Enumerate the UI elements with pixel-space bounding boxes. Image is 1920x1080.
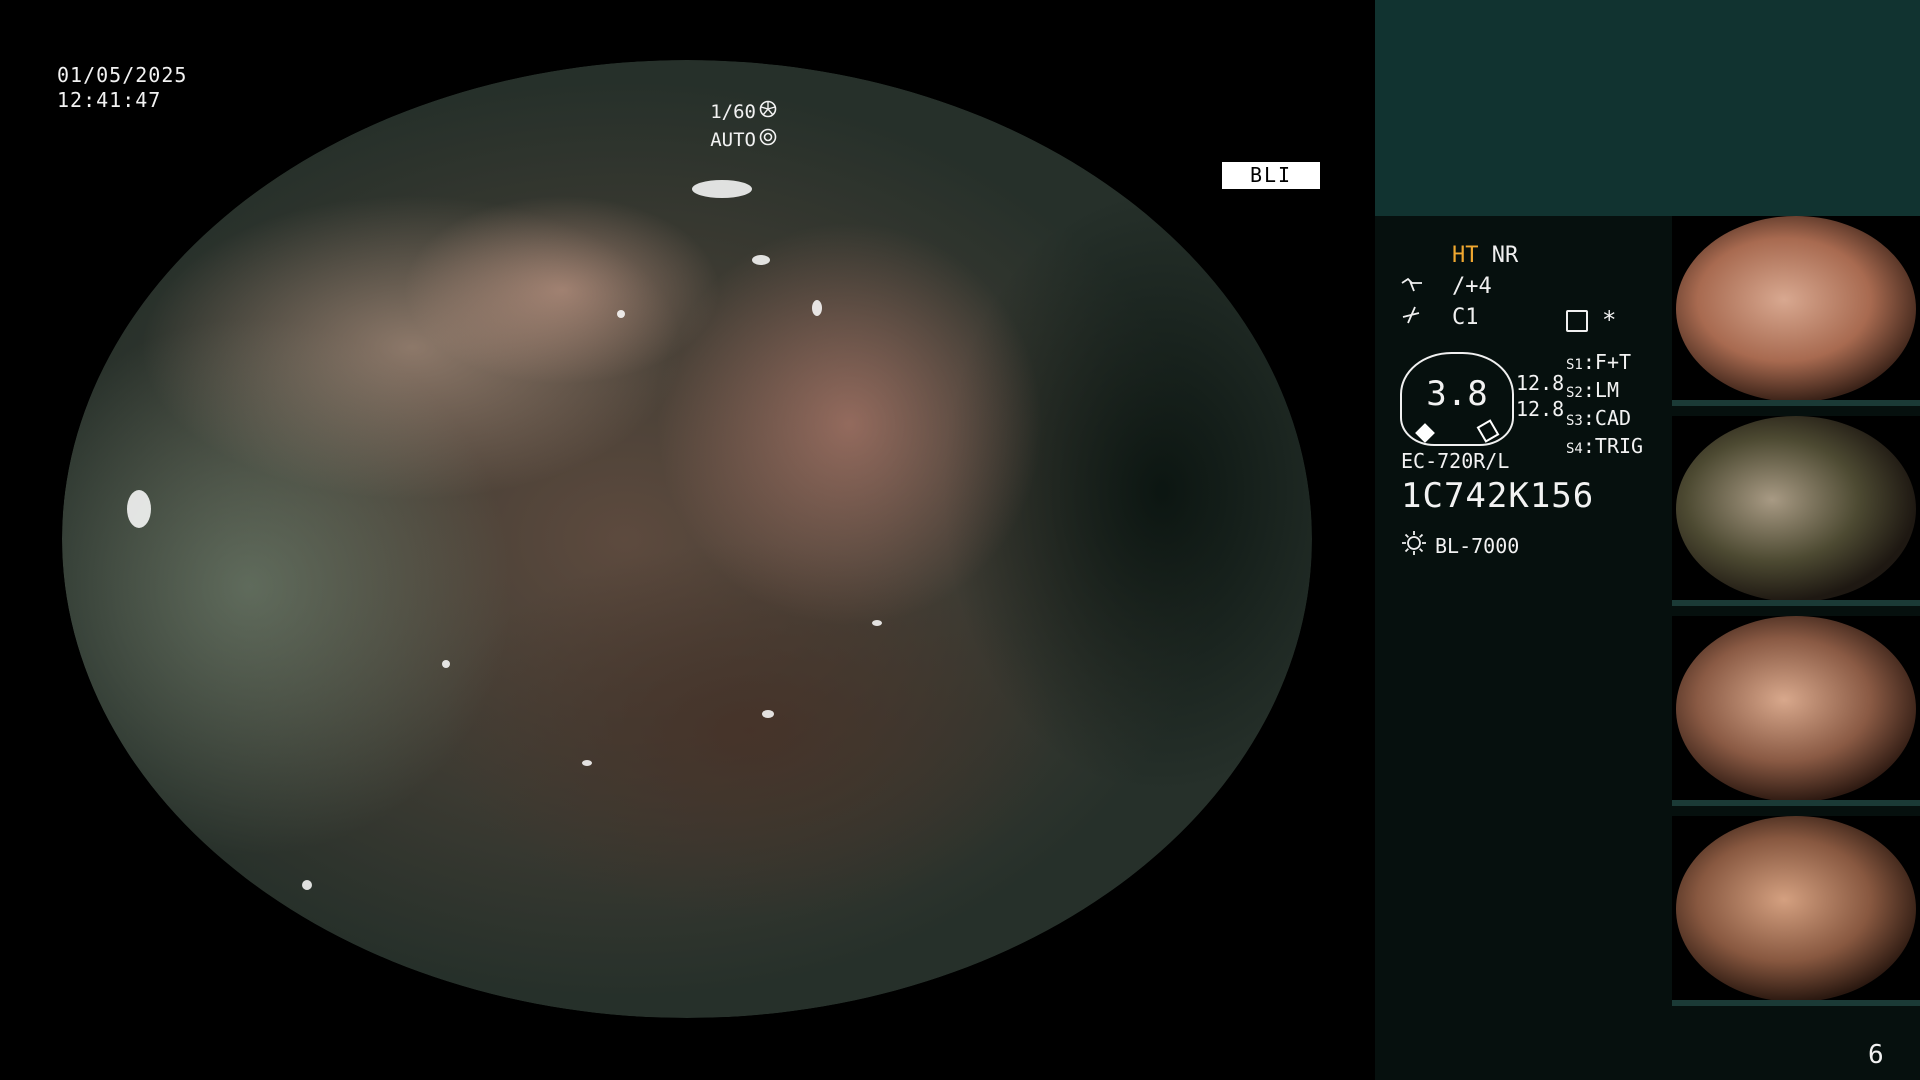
aperture-icon xyxy=(759,98,777,126)
dial-marker-filled-icon xyxy=(1415,423,1435,443)
exposure-info: 1/60 AUTO xyxy=(710,98,777,154)
switch-key: S4 xyxy=(1566,441,1583,457)
dial-side-value: 12.8 xyxy=(1516,371,1565,395)
thumbnail[interactable] xyxy=(1672,616,1920,806)
imaging-mode-badge: BLI xyxy=(1222,162,1320,189)
dial-marker-outline-icon xyxy=(1476,419,1500,443)
thumbnail[interactable] xyxy=(1672,216,1920,406)
iris-icon xyxy=(759,126,777,154)
frame-top-crop xyxy=(0,0,1375,60)
switch-value: F+T xyxy=(1594,350,1632,374)
time-text: 12:41:47 xyxy=(57,88,162,112)
thumbnail-image xyxy=(1676,416,1916,602)
shutter-value: 1/60 xyxy=(710,101,756,123)
structure-enhancement-icon xyxy=(1400,274,1452,299)
endoscopic-image xyxy=(62,60,1312,1018)
switch-key: S1 xyxy=(1566,357,1583,373)
nr-label: NR xyxy=(1491,243,1519,268)
main-endoscope-view: 01/05/2025 12:41:47 1/60 AUTO BLI xyxy=(0,0,1375,1080)
thumbnail-image xyxy=(1676,216,1916,402)
capture-thumbnails xyxy=(1672,216,1920,1016)
switch-row: S4:TRIG xyxy=(1566,434,1644,458)
switch-row: S3:CAD xyxy=(1566,406,1632,430)
star-marker: * xyxy=(1602,306,1617,334)
ht-label: HT xyxy=(1452,243,1479,268)
switch-row: S2:LM xyxy=(1566,378,1619,402)
color-value: C1 xyxy=(1452,305,1479,330)
switch-value: CAD xyxy=(1594,406,1632,430)
scope-serial: 1C742K156 xyxy=(1401,476,1595,516)
date-time: 01/05/2025 12:41:47 xyxy=(57,63,187,113)
zoom-dial: 3.8 xyxy=(1400,352,1514,446)
frame-bottom-crop xyxy=(0,1018,1375,1080)
processor-settings: HT NR /+4 C1 xyxy=(1400,240,1670,333)
switch-value: LM xyxy=(1594,378,1619,402)
scope-model: EC-720R/L xyxy=(1401,449,1510,473)
switch-value: TRIG xyxy=(1594,434,1644,458)
side-panel-header-area xyxy=(1375,0,1920,216)
thumbnail[interactable] xyxy=(1672,416,1920,606)
dial-side-values: 12.8 12.8 xyxy=(1516,370,1564,422)
dial-value: 3.8 xyxy=(1426,374,1488,414)
date-text: 01/05/2025 xyxy=(57,63,188,87)
thumbnail[interactable] xyxy=(1672,816,1920,1006)
dial-side-value: 12.8 xyxy=(1516,397,1565,421)
thumbnail-image xyxy=(1676,616,1916,802)
page-number: 6 xyxy=(1868,1040,1884,1070)
light-source-name: BL-7000 xyxy=(1435,533,1520,558)
switch-row: S1:F+T xyxy=(1566,350,1632,374)
color-enhancement-icon xyxy=(1400,305,1452,331)
switch-key: S3 xyxy=(1566,413,1583,429)
menu-settings-icon xyxy=(1566,310,1588,332)
enhancement-value: /+4 xyxy=(1452,274,1492,299)
switch-key: S2 xyxy=(1566,385,1583,401)
light-source-row: BL-7000 xyxy=(1401,530,1519,561)
iris-value: AUTO xyxy=(710,129,756,151)
thumbnail-image xyxy=(1676,816,1916,1002)
light-source-icon xyxy=(1401,530,1427,561)
scope-switch-assignments: S1:F+T S2:LM S3:CAD S4:TRIG xyxy=(1566,350,1643,462)
